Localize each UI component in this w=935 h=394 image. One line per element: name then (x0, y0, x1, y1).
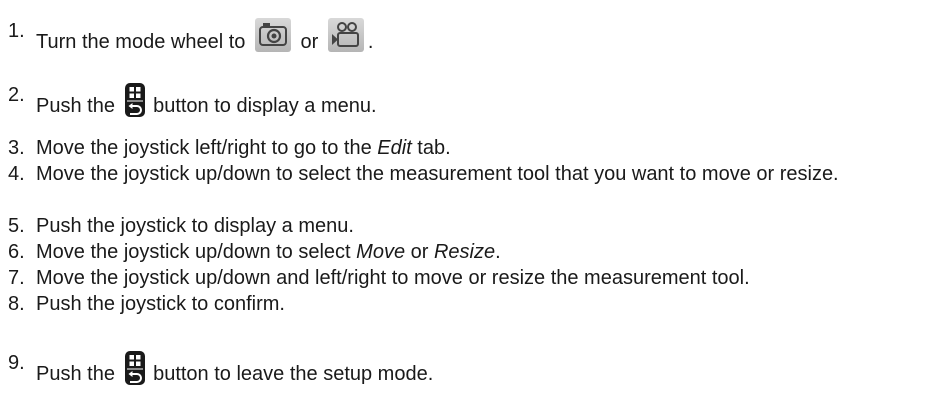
step-text-part: tab. (411, 137, 451, 159)
step-number: 3. (8, 137, 25, 159)
video-mode-icon (327, 18, 364, 52)
step-text: Push the joystick to display a menu. (36, 215, 354, 237)
step-text-part: button to leave the setup mode. (147, 363, 434, 385)
step-text-part: Push the (36, 95, 121, 117)
step-text: Push the button to leave the setup mode. (36, 350, 433, 387)
step-number: 8. (8, 293, 25, 315)
step-number: 6. (8, 241, 25, 263)
step-text: Push the button to display a menu. (36, 82, 377, 119)
step-text-part: Turn the mode wheel to (36, 31, 251, 53)
step-text-part: or (294, 31, 324, 53)
step-text-part: Move the joystick up/down to select (36, 241, 357, 263)
tab-name-edit: Edit (377, 137, 412, 159)
step-text-part: Push the (36, 363, 121, 385)
option-move: Move (356, 241, 406, 263)
step-text-part: Move the joystick left/right to go to th… (36, 137, 378, 159)
step-number: 2. (8, 84, 25, 106)
step-text-part: . (495, 241, 501, 263)
step-text: Move the joystick up/down to select Move… (36, 239, 501, 265)
step-text: Move the joystick left/right to go to th… (36, 135, 451, 161)
step-number: 4. (8, 163, 25, 185)
option-resize: Resize (433, 241, 496, 263)
step-text-part: or (405, 241, 434, 263)
step-number: 7. (8, 267, 25, 289)
instruction-steps: 1. Turn the mode wheel to or . 2. Push t… (0, 0, 935, 394)
menu-back-button-icon (124, 82, 146, 118)
step-number: 5. (8, 215, 25, 237)
step-text: Move the joystick up/down to select the … (36, 163, 839, 185)
step-text: Turn the mode wheel to or . (36, 18, 373, 55)
step-text-part: button to display a menu. (147, 95, 377, 117)
step-number: 9. (8, 352, 25, 374)
step-text: Move the joystick up/down and left/right… (36, 267, 750, 289)
step-text: Push the joystick to confirm. (36, 293, 285, 315)
menu-back-button-icon (124, 350, 146, 386)
step-number: 1. (8, 20, 25, 42)
photo-mode-icon (254, 18, 291, 52)
step-text-part: . (367, 31, 374, 53)
